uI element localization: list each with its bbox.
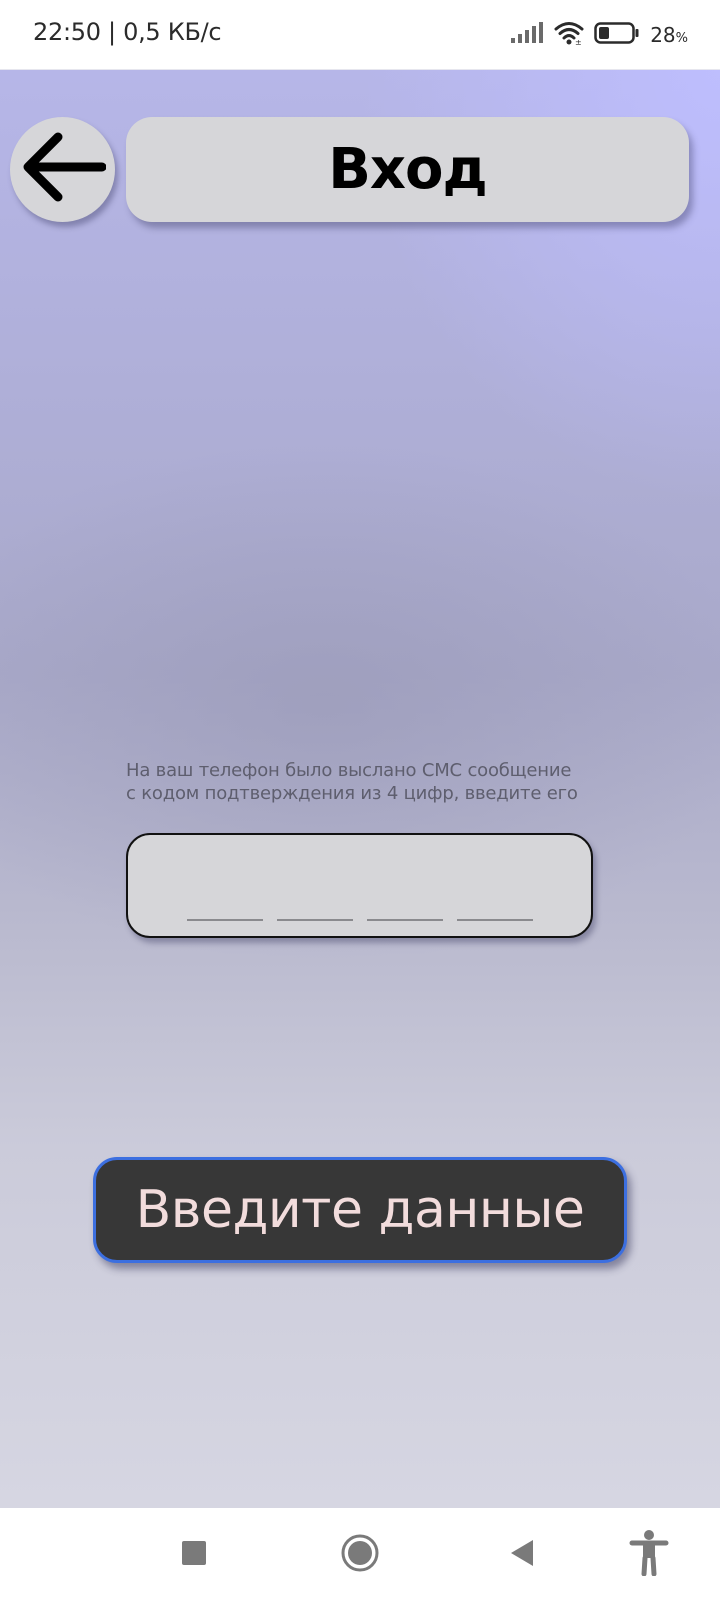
sms-instruction: На ваш телефон было выслано СМС сообщени…: [126, 759, 606, 805]
system-navigation-bar: [0, 1508, 720, 1600]
code-digit-1[interactable]: [187, 919, 263, 921]
sms-instruction-line-2: с кодом подтверждения из 4 цифр, введите…: [126, 783, 578, 804]
code-digit-2[interactable]: [277, 919, 353, 921]
page-title-box: Вход: [126, 117, 689, 222]
page-title: Вход: [328, 137, 488, 202]
submit-button[interactable]: Введите данные: [93, 1157, 627, 1263]
accessibility-button[interactable]: [624, 1529, 674, 1581]
sms-instruction-line-1: На ваш телефон было выслано СМС сообщени…: [126, 760, 572, 781]
recent-apps-square-icon: [180, 1539, 208, 1572]
status-time-speed: 22:50 | 0,5 КБ/с: [33, 18, 222, 46]
back-triangle-icon: [507, 1538, 537, 1573]
system-back-button[interactable]: [497, 1530, 547, 1580]
sms-code-input[interactable]: [126, 833, 593, 938]
home-circle-icon: [340, 1533, 380, 1578]
status-icons: ± 28%: [510, 20, 688, 50]
accessibility-icon: [629, 1529, 669, 1581]
submit-button-label: Введите данные: [135, 1180, 585, 1240]
signal-icon: [510, 21, 544, 49]
svg-text:±: ±: [575, 38, 582, 45]
app-screen: Вход На ваш телефон было выслано СМС соо…: [0, 70, 720, 1508]
recent-apps-button[interactable]: [169, 1530, 219, 1580]
battery-icon: [594, 21, 640, 49]
code-digit-3[interactable]: [367, 919, 443, 921]
status-bar: 22:50 | 0,5 КБ/с ± 28%: [0, 0, 720, 70]
wifi-icon: ±: [554, 21, 584, 50]
code-digit-4[interactable]: [457, 919, 533, 921]
back-button[interactable]: [10, 117, 115, 222]
arrow-left-icon: [20, 129, 106, 210]
home-button[interactable]: [335, 1530, 385, 1580]
battery-level: 28%: [650, 23, 688, 47]
